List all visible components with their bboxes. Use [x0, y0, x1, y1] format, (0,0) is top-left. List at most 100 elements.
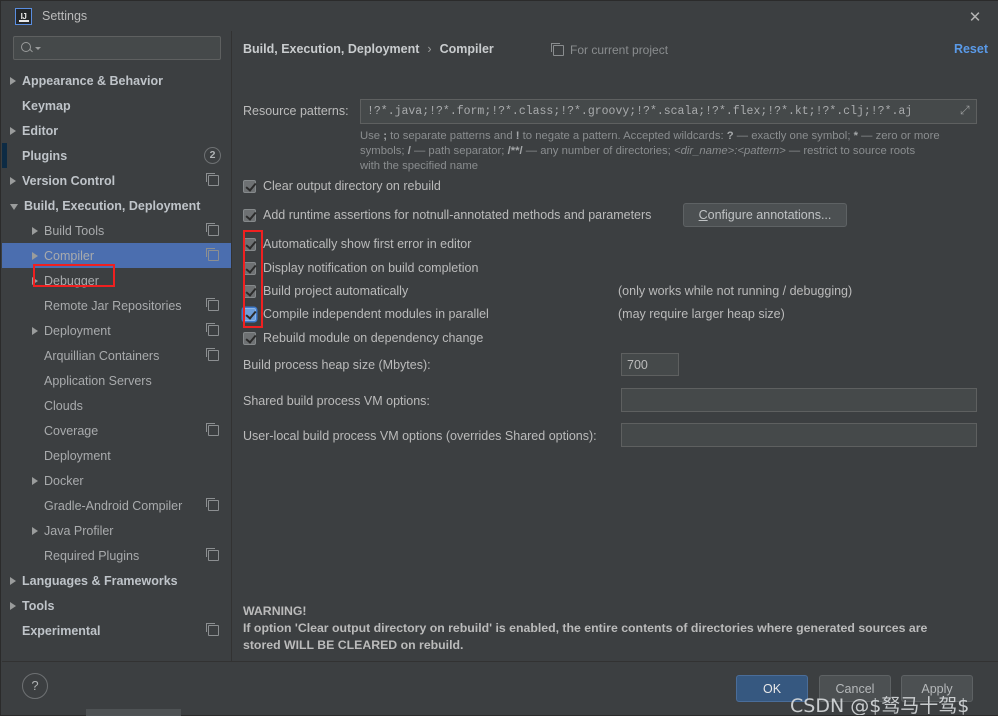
- search-input[interactable]: [41, 41, 220, 55]
- copy-settings-icon[interactable]: [206, 348, 219, 361]
- sidebar-item-debugger[interactable]: Debugger: [2, 268, 231, 293]
- sidebar-item-label: Deployment: [44, 323, 111, 338]
- sidebar-item-remote-jar-repositories[interactable]: Remote Jar Repositories: [2, 293, 231, 318]
- sidebar-item-java-profiler[interactable]: Java Profiler: [2, 518, 231, 543]
- checkbox-row-add-runtime-assertions-for[interactable]: Add runtime assertions for notnull-annot…: [243, 208, 651, 222]
- expand-icon[interactable]: [956, 100, 976, 123]
- help-text-part: !: [515, 130, 520, 142]
- chevron-right-icon[interactable]: [32, 251, 38, 260]
- breadcrumb-current: Compiler: [439, 42, 494, 56]
- warning-line-2: stored WILL BE CLEARED on rebuild.: [243, 638, 464, 652]
- chevron-down-icon[interactable]: [10, 204, 18, 210]
- help-text-part: — path separator;: [410, 145, 508, 157]
- sidebar-item-coverage[interactable]: Coverage: [2, 418, 231, 443]
- checkbox-add-runtime-assertions-for[interactable]: [243, 208, 256, 222]
- copy-settings-icon[interactable]: [206, 548, 219, 561]
- chevron-right-icon[interactable]: [10, 76, 16, 85]
- checkbox-rebuild-module-on-dependency[interactable]: [243, 331, 256, 345]
- checkbox-label: Build project automatically: [263, 284, 409, 298]
- sidebar-item-gradle-android-compiler[interactable]: Gradle-Android Compiler: [2, 493, 231, 518]
- plugins-update-badge: 2: [204, 147, 221, 164]
- breadcrumb-parent[interactable]: Build, Execution, Deployment: [243, 42, 419, 56]
- checkbox-label: Automatically show first error in editor: [263, 237, 472, 251]
- checkbox-row-compile-independent-modules-in[interactable]: Compile independent modules in parallel: [243, 307, 489, 321]
- breadcrumb-separator-icon: ›: [427, 42, 432, 56]
- intellij-logo-icon: IJ: [15, 7, 32, 25]
- help-button[interactable]: ?: [22, 673, 48, 699]
- configure-annotations-button[interactable]: Configure annotations...: [683, 203, 847, 227]
- copy-settings-icon[interactable]: [206, 323, 219, 336]
- cancel-button[interactable]: Cancel: [819, 675, 891, 702]
- checkbox-row-build-project-automatically[interactable]: Build project automatically: [243, 284, 408, 298]
- search-box[interactable]: [13, 36, 221, 60]
- field-input-build-process-heap-size[interactable]: 700: [621, 353, 679, 376]
- sidebar-item-label: Gradle-Android Compiler: [44, 498, 183, 513]
- reset-link[interactable]: Reset: [954, 42, 988, 56]
- sidebar-item-required-plugins[interactable]: Required Plugins: [2, 543, 231, 568]
- close-icon[interactable]: ✕: [965, 7, 985, 27]
- sidebar-item-application-servers[interactable]: Application Servers: [2, 368, 231, 393]
- copy-settings-icon[interactable]: [206, 623, 219, 636]
- breadcrumb: Build, Execution, Deployment › Compiler: [243, 42, 494, 56]
- copy-settings-icon[interactable]: [206, 173, 219, 186]
- field-label-shared-build-process-vm: Shared build process VM options:: [243, 394, 430, 408]
- sidebar-item-languages-frameworks[interactable]: Languages & Frameworks: [2, 568, 231, 593]
- sidebar-item-deployment[interactable]: Deployment: [2, 318, 231, 343]
- help-text-part: symbols;: [360, 145, 408, 157]
- checkbox-clear-output-directory-on[interactable]: [243, 179, 256, 193]
- ok-button[interactable]: OK: [736, 675, 808, 702]
- copy-settings-icon[interactable]: [206, 423, 219, 436]
- help-text-part: — zero or more: [858, 130, 940, 142]
- sidebar-item-experimental[interactable]: Experimental: [2, 618, 231, 643]
- copy-settings-icon[interactable]: [206, 248, 219, 261]
- sidebar-item-label: Plugins: [22, 148, 68, 163]
- help-text-part: Use: [360, 130, 384, 142]
- copy-settings-icon[interactable]: [206, 223, 219, 236]
- sidebar-item-appearance-behavior[interactable]: Appearance & Behavior: [2, 68, 231, 93]
- sidebar-active-marker: [2, 143, 7, 168]
- sidebar-item-clouds[interactable]: Clouds: [2, 393, 231, 418]
- apply-button[interactable]: Apply: [901, 675, 973, 702]
- chevron-right-icon[interactable]: [10, 601, 16, 610]
- sidebar-item-keymap[interactable]: Keymap: [2, 93, 231, 118]
- sidebar-item-compiler[interactable]: Compiler: [2, 243, 231, 268]
- help-text-part: <dir_name>:<pattern>: [673, 145, 786, 157]
- checkbox-row-clear-output-directory-on[interactable]: Clear output directory on rebuild: [243, 179, 441, 193]
- chevron-right-icon[interactable]: [10, 126, 16, 135]
- sidebar-item-label: Deployment: [44, 448, 111, 463]
- field-input-user-local-build-process[interactable]: [621, 423, 977, 447]
- field-label-user-local-build-process: User-local build process VM options (ove…: [243, 429, 597, 443]
- sidebar-item-editor[interactable]: Editor: [2, 118, 231, 143]
- sidebar-item-deployment[interactable]: Deployment: [2, 443, 231, 468]
- sidebar-item-version-control[interactable]: Version Control: [2, 168, 231, 193]
- checkbox-automatically-show-first-error[interactable]: [243, 237, 256, 251]
- copy-settings-icon[interactable]: [206, 298, 219, 311]
- sidebar-item-arquillian-containers[interactable]: Arquillian Containers: [2, 343, 231, 368]
- chevron-right-icon[interactable]: [32, 226, 38, 235]
- copy-settings-icon[interactable]: [206, 498, 219, 511]
- chevron-right-icon[interactable]: [32, 326, 38, 335]
- checkbox-label: Add runtime assertions for notnull-annot…: [263, 208, 652, 222]
- field-input-shared-build-process-vm[interactable]: [621, 388, 977, 412]
- chevron-right-icon[interactable]: [32, 526, 38, 535]
- warning-line-1: If option 'Clear output directory on reb…: [243, 621, 928, 635]
- checkbox-row-display-notification-on-build[interactable]: Display notification on build completion: [243, 261, 478, 275]
- chevron-right-icon[interactable]: [10, 176, 16, 185]
- chevron-right-icon[interactable]: [10, 576, 16, 585]
- checkbox-row-rebuild-module-on-dependency[interactable]: Rebuild module on dependency change: [243, 331, 483, 345]
- warning-message: WARNING! If option 'Clear output directo…: [243, 603, 983, 654]
- sidebar-item-tools[interactable]: Tools: [2, 593, 231, 618]
- sidebar-item-build-tools[interactable]: Build Tools: [2, 218, 231, 243]
- checkbox-compile-independent-modules-in[interactable]: [243, 307, 256, 321]
- settings-dialog: IJ Settings ✕ Appearance & Behavior Keyma…: [0, 0, 998, 716]
- checkbox-build-project-automatically[interactable]: [243, 284, 256, 298]
- sidebar-item-plugins[interactable]: Plugins 2: [2, 143, 231, 168]
- checkbox-row-automatically-show-first-error[interactable]: Automatically show first error in editor: [243, 237, 471, 251]
- sidebar-item-build-execution-deployment[interactable]: Build, Execution, Deployment: [2, 193, 231, 218]
- chevron-right-icon[interactable]: [32, 476, 38, 485]
- sidebar-item-docker[interactable]: Docker: [2, 468, 231, 493]
- sidebar-item-label: Application Servers: [44, 373, 152, 388]
- chevron-right-icon[interactable]: [32, 276, 38, 285]
- resource-patterns-field[interactable]: !?*.java;!?*.form;!?*.class;!?*.groovy;!…: [360, 99, 977, 124]
- checkbox-display-notification-on-build[interactable]: [243, 261, 256, 275]
